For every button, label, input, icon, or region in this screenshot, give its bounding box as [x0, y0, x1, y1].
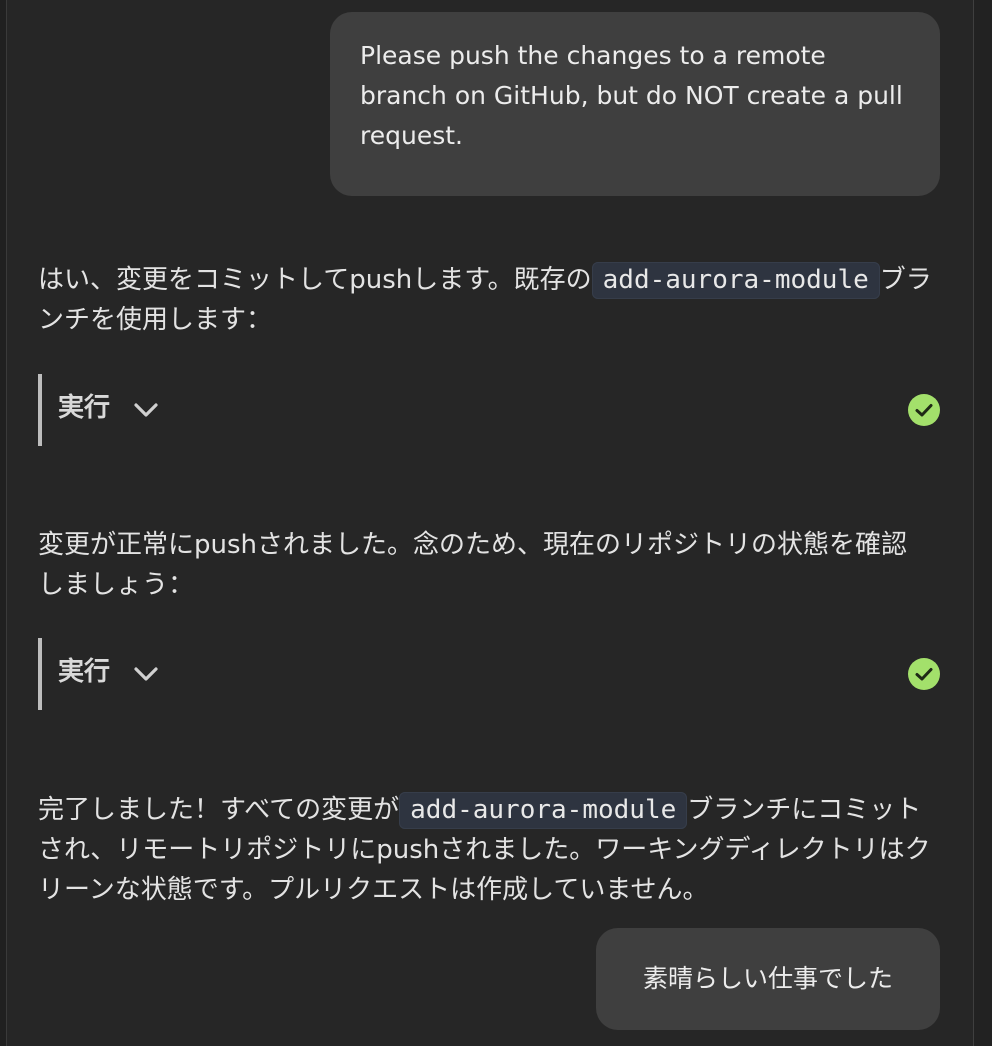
- assistant-message-text: 変更が正常にpushされました。念のため、現在のリポジトリの状態を確認しましょう…: [38, 530, 908, 600]
- assistant-message-text: 完了しました！すべての変更が: [38, 795, 400, 825]
- check-circle-icon: [908, 658, 940, 690]
- assistant-message: 変更が正常にpushされました。念のため、現在のリポジトリの状態を確認しましょう…: [38, 525, 928, 605]
- assistant-message-text: はい、変更をコミットしてpushします。既存の: [38, 265, 592, 295]
- user-message-text: Please push the changes to a remote bran…: [360, 41, 903, 150]
- user-message: 素晴らしい仕事でした: [596, 928, 940, 1030]
- tool-call-accent-bar: [38, 374, 42, 446]
- assistant-message: はい、変更をコミットしてpushします。既存の add-aurora-module…: [38, 260, 938, 340]
- tool-call-label[interactable]: 実行: [58, 655, 110, 689]
- user-message: Please push the changes to a remote bran…: [330, 12, 940, 196]
- inline-code-branch: add-aurora-module: [399, 792, 688, 829]
- left-frame-border: [0, 0, 7, 1046]
- chevron-down-icon[interactable]: [132, 400, 160, 420]
- assistant-message: 完了しました！すべての変更が add-aurora-module ブランチにコミット…: [38, 790, 938, 910]
- tool-call-label[interactable]: 実行: [58, 391, 110, 425]
- user-message-text: 素晴らしい仕事でした: [642, 964, 893, 993]
- check-circle-icon: [908, 394, 940, 426]
- chevron-down-icon[interactable]: [132, 664, 160, 684]
- tool-call-accent-bar: [38, 638, 42, 710]
- inline-code-branch: add-aurora-module: [591, 262, 880, 299]
- tool-call-execute[interactable]: 実行: [38, 638, 940, 710]
- tool-call-execute[interactable]: 実行: [38, 374, 940, 446]
- right-scroll-gutter[interactable]: [973, 0, 992, 1046]
